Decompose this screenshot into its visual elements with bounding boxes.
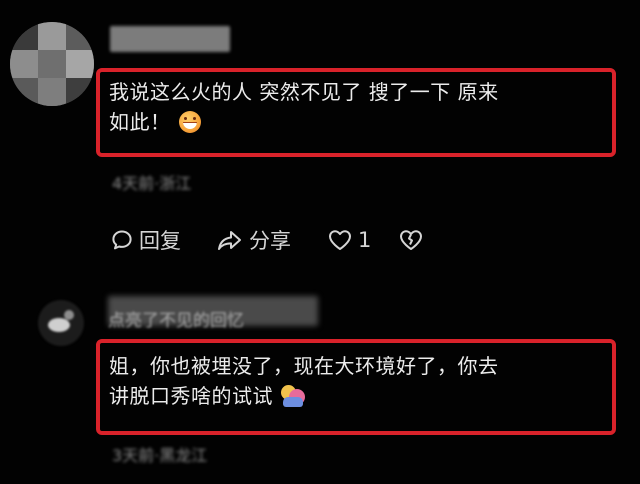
like-button[interactable]: 1 — [327, 225, 371, 255]
comment-text-line1: 我说这么火的人 突然不见了 搜了一下 原来 — [109, 80, 499, 104]
reply-label: 回复 — [139, 229, 181, 253]
reply-button[interactable]: 回复 — [110, 225, 181, 255]
commenter-name-text[interactable]: 点亮了不见的回忆 — [108, 306, 244, 331]
comment-text-line2: 讲脱口秀啥的试试 — [109, 381, 499, 411]
comment-text-line2: 如此！ — [109, 107, 499, 137]
commenter-avatar[interactable] — [38, 300, 84, 346]
comment-text-line1: 姐，你也被埋没了，现在大环境好了，你去 — [109, 354, 499, 378]
grinning-face-emoji-icon — [178, 111, 201, 133]
avatar-image-detail — [64, 310, 74, 320]
commenter-name-pixelated[interactable] — [110, 26, 230, 52]
commenter-avatar[interactable] — [10, 22, 94, 106]
people-hugging-emoji-icon — [281, 385, 305, 407]
comment-meta-time-location: 4天前·浙江 — [112, 174, 192, 193]
like-heart-icon — [327, 228, 353, 252]
dislike-button[interactable] — [398, 225, 424, 255]
comment-text: 我说这么火的人 突然不见了 搜了一下 原来 如此！ — [109, 77, 499, 137]
share-button[interactable]: 分享 — [216, 225, 291, 255]
reply-bubble-icon — [110, 228, 134, 252]
avatar-image — [48, 318, 70, 332]
share-label: 分享 — [249, 229, 291, 253]
like-count: 1 — [358, 228, 372, 252]
comment-feed: 我说这么火的人 突然不见了 搜了一下 原来 如此！ 4天前·浙江 回复 分享 1 — [0, 0, 640, 484]
share-arrow-icon — [216, 228, 244, 252]
comment-meta-time-location: 3天前·黑龙江 — [112, 446, 208, 465]
dislike-broken-heart-icon — [398, 228, 424, 252]
comment-text: 姐，你也被埋没了，现在大环境好了，你去 讲脱口秀啥的试试 — [109, 351, 499, 411]
